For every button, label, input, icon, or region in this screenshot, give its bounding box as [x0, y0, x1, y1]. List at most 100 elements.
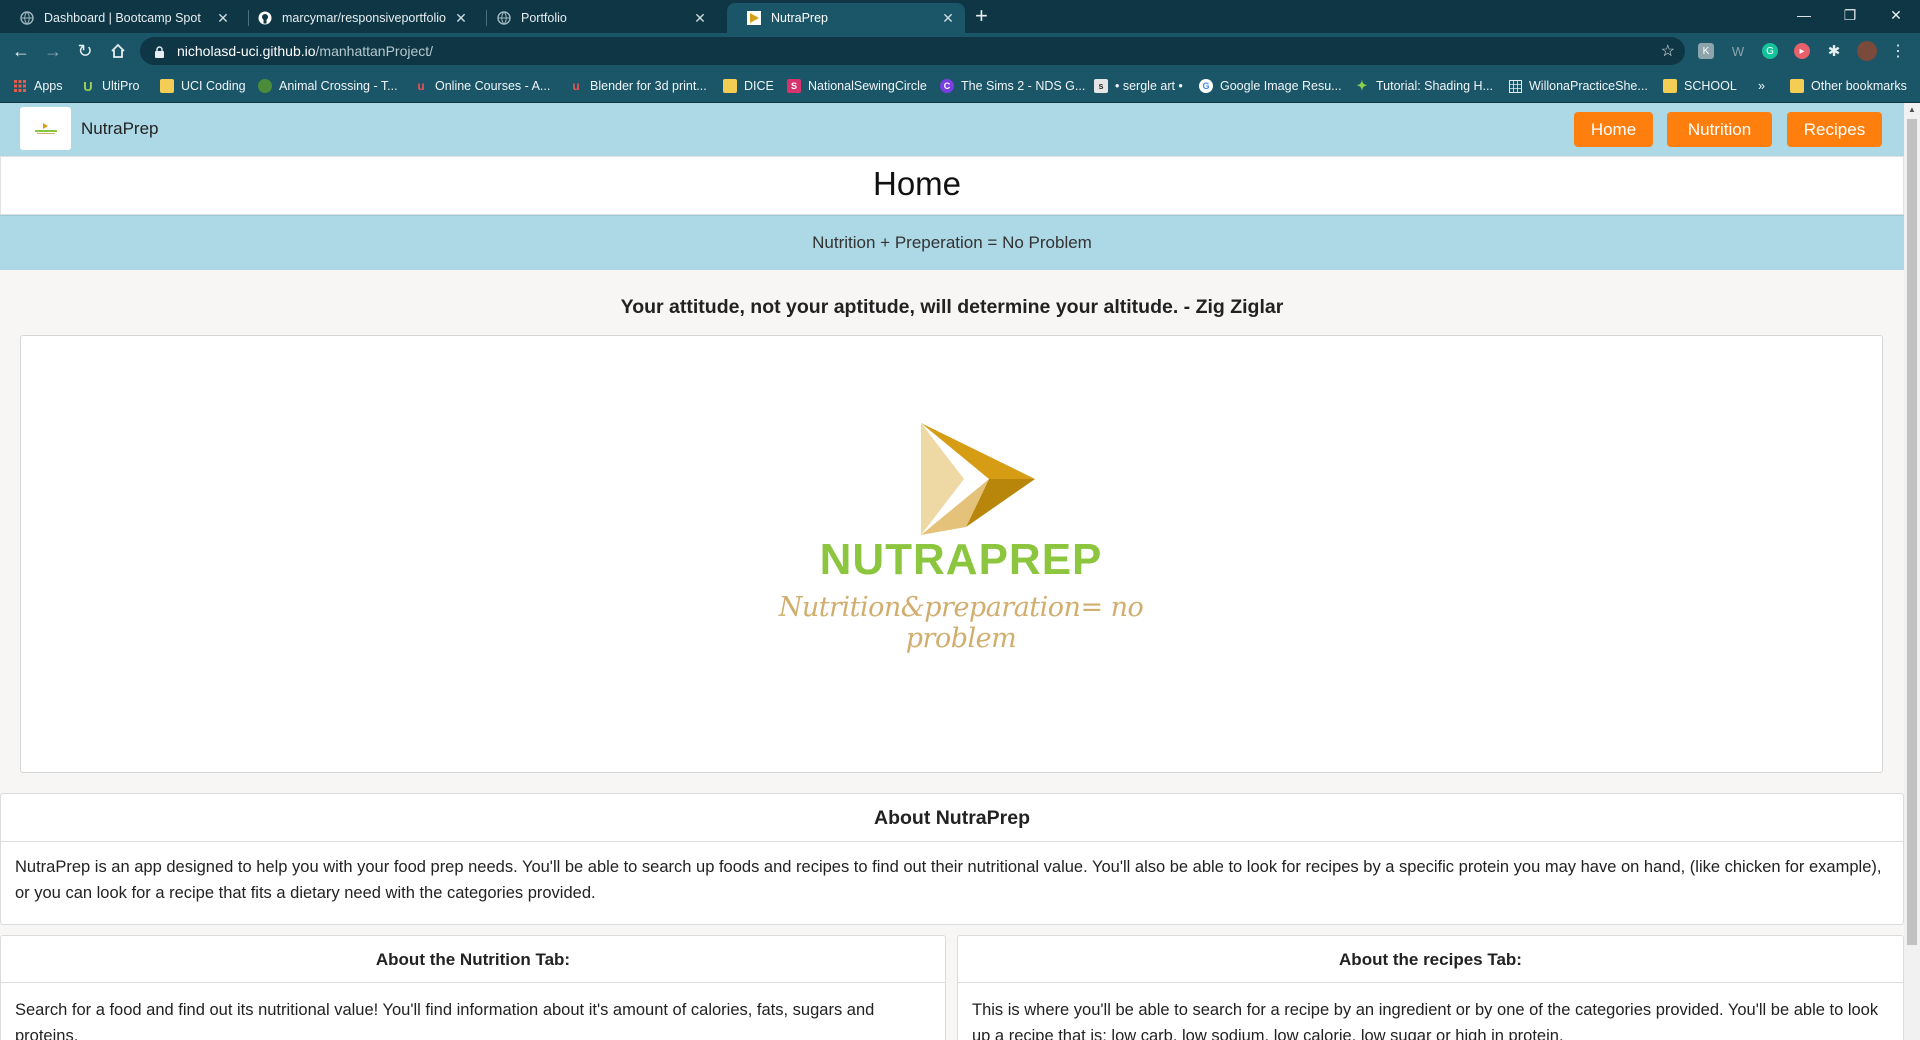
tab-portfolio[interactable]: Portfolio ✕	[477, 3, 717, 33]
close-tab-icon[interactable]: ✕	[214, 10, 232, 27]
bookmark-online-courses[interactable]: u Online Courses - A...	[414, 77, 550, 95]
extension-icon[interactable]: K	[1698, 43, 1714, 59]
logo-wordmark: NUTRAPREP	[819, 535, 1103, 584]
bookmark-star-icon[interactable]: ☆	[1661, 41, 1675, 61]
tab-title: Dashboard | Bootcamp Spot	[44, 11, 201, 25]
bookmark-label: UltiPro	[102, 79, 140, 93]
tab-title: marcymar/responsiveportfolio	[282, 11, 446, 25]
extension-w-icon[interactable]: W	[1730, 43, 1746, 59]
recipes-tab-card: About the recipes Tab: This is where you…	[957, 935, 1904, 1040]
bookmark-label: Online Courses - A...	[435, 79, 551, 93]
bookmark-label: UCI Coding	[181, 79, 246, 93]
grammarly-icon[interactable]: G	[1762, 43, 1778, 59]
apps-grid-icon	[13, 79, 27, 93]
tab-github[interactable]: marcymar/responsiveportfolio ✕	[238, 3, 478, 33]
bookmark-sergle-art[interactable]: s • sergle art •	[1094, 77, 1183, 95]
nav-nutrition-button[interactable]: Nutrition	[1667, 112, 1772, 147]
bookmark-apps[interactable]: Apps	[13, 77, 63, 95]
bookmark-tutorial-shading[interactable]: ✦ Tutorial: Shading H...	[1355, 77, 1493, 95]
brand-name[interactable]: NutraPrep	[81, 119, 158, 139]
profile-avatar[interactable]	[1857, 41, 1877, 61]
reload-icon[interactable]: ↻	[73, 39, 97, 63]
tab-bootcamp-spot[interactable]: Dashboard | Bootcamp Spot ✕	[0, 3, 240, 33]
extension-arrow-icon[interactable]: ▸	[1794, 43, 1810, 59]
bookmark-blender[interactable]: u Blender for 3d print...	[569, 77, 707, 95]
bookmark-label: Tutorial: Shading H...	[1376, 79, 1493, 93]
bookmark-school[interactable]: SCHOOL	[1663, 77, 1737, 95]
tagline: Nutrition + Preperation = No Problem	[812, 233, 1092, 252]
courses-icon: u	[417, 79, 425, 93]
play-triangle-icon	[921, 423, 1035, 535]
page-scrollbar[interactable]: ▲	[1904, 103, 1920, 1040]
address-bar[interactable]: nicholasd-uci.github.io/manhattanProject…	[140, 37, 1685, 65]
close-tab-icon[interactable]: ✕	[939, 10, 957, 27]
bookmark-label: The Sims 2 - NDS G...	[961, 79, 1086, 93]
folder-icon	[723, 79, 737, 93]
more-bookmarks-chevron[interactable]: »	[1758, 77, 1765, 95]
about-card: About NutraPrep NutraPrep is an app desi…	[0, 793, 1904, 925]
courses-icon: u	[572, 79, 580, 93]
folder-icon	[160, 79, 174, 93]
url-path: /manhattanProject/	[315, 43, 434, 59]
bookmark-label: Apps	[34, 79, 63, 93]
sewing-icon: S	[787, 79, 801, 93]
bookmark-willona-sheet[interactable]: WillonaPracticeShe...	[1508, 77, 1648, 95]
sheet-icon	[1508, 79, 1522, 93]
bookmark-sims2[interactable]: C The Sims 2 - NDS G...	[940, 77, 1085, 95]
nav-home-button[interactable]: Home	[1574, 112, 1653, 147]
tab-nutraprep[interactable]: NutraPrep ✕	[727, 3, 965, 33]
nav-recipes-button[interactable]: Recipes	[1787, 112, 1882, 147]
nutraprep-favicon	[747, 11, 761, 25]
site-navbar: NutraPrep Home Nutrition Recipes	[0, 103, 1904, 156]
lock-icon	[154, 45, 165, 58]
page-title: Home	[872, 165, 962, 202]
scroll-up-icon[interactable]: ▲	[1908, 105, 1916, 114]
github-icon	[258, 11, 272, 25]
bookmark-label: WillonaPracticeShe...	[1529, 79, 1648, 93]
minimize-icon[interactable]: —	[1781, 0, 1827, 30]
bookmark-label: Google Image Resu...	[1220, 79, 1342, 93]
bookmark-label: Blender for 3d print...	[590, 79, 707, 93]
bookmark-dice[interactable]: DICE	[723, 77, 774, 95]
figure-icon: ✦	[1356, 78, 1368, 93]
bookmark-uci-coding[interactable]: UCI Coding	[160, 77, 246, 95]
globe-icon	[497, 11, 511, 25]
new-tab-icon[interactable]: +	[975, 5, 988, 27]
quote: Your attitude, not your aptitude, will d…	[620, 296, 1284, 318]
brand-logo-thumbnail[interactable]	[20, 107, 71, 150]
close-tab-icon[interactable]: ✕	[452, 10, 470, 27]
about-card-title: About NutraPrep	[1, 794, 1903, 842]
close-window-icon[interactable]: ✕	[1873, 0, 1919, 30]
restore-icon[interactable]: ❐	[1827, 0, 1873, 30]
bookmark-animal-crossing[interactable]: Animal Crossing - T...	[258, 77, 398, 95]
tab-title: Portfolio	[521, 11, 567, 25]
forward-icon[interactable]: →	[41, 39, 65, 63]
menu-kebab-icon[interactable]: ⋮	[1890, 43, 1906, 60]
ultipro-icon: U	[83, 78, 93, 94]
google-icon: G	[1199, 79, 1213, 93]
sergle-icon: s	[1094, 79, 1108, 93]
logo-tagline: Nutrition&preparation= no problem	[778, 592, 1144, 654]
extensions-puzzle-icon[interactable]: ✱	[1826, 43, 1842, 60]
home-icon[interactable]	[106, 39, 130, 63]
bookmark-national-sewing-circle[interactable]: S NationalSewingCircle	[787, 77, 927, 95]
sims-icon: C	[940, 79, 954, 93]
nutrition-tab-card-title: About the Nutrition Tab:	[1, 936, 945, 983]
back-icon[interactable]: ←	[9, 39, 33, 63]
bookmark-label: Other bookmarks	[1811, 79, 1907, 93]
url-host: nicholasd-uci.github.io	[177, 43, 316, 59]
recipes-tab-card-body: This is where you'll be able to search f…	[972, 1001, 1879, 1040]
other-bookmarks[interactable]: Other bookmarks	[1790, 77, 1907, 95]
leaf-icon	[258, 79, 272, 93]
nutraprep-logo: NUTRAPREP Nutrition&preparation= no prob…	[751, 416, 1171, 654]
bookmarks-bar: Apps U UltiPro UCI Coding Animal Crossing…	[0, 69, 1920, 103]
recipes-tab-card-title: About the recipes Tab:	[958, 936, 1903, 983]
scrollbar-thumb[interactable]	[1907, 119, 1917, 945]
close-tab-icon[interactable]: ✕	[691, 10, 709, 27]
folder-icon	[1790, 79, 1804, 93]
bookmark-label: SCHOOL	[1684, 79, 1737, 93]
tagline-bar: Nutrition + Preperation = No Problem	[0, 215, 1904, 270]
bookmark-google-image[interactable]: G Google Image Resu...	[1199, 77, 1342, 95]
page-viewport: NutraPrep Home Nutrition Recipes Home Nu…	[0, 103, 1920, 1040]
bookmark-ultipro[interactable]: U UltiPro	[81, 77, 140, 95]
